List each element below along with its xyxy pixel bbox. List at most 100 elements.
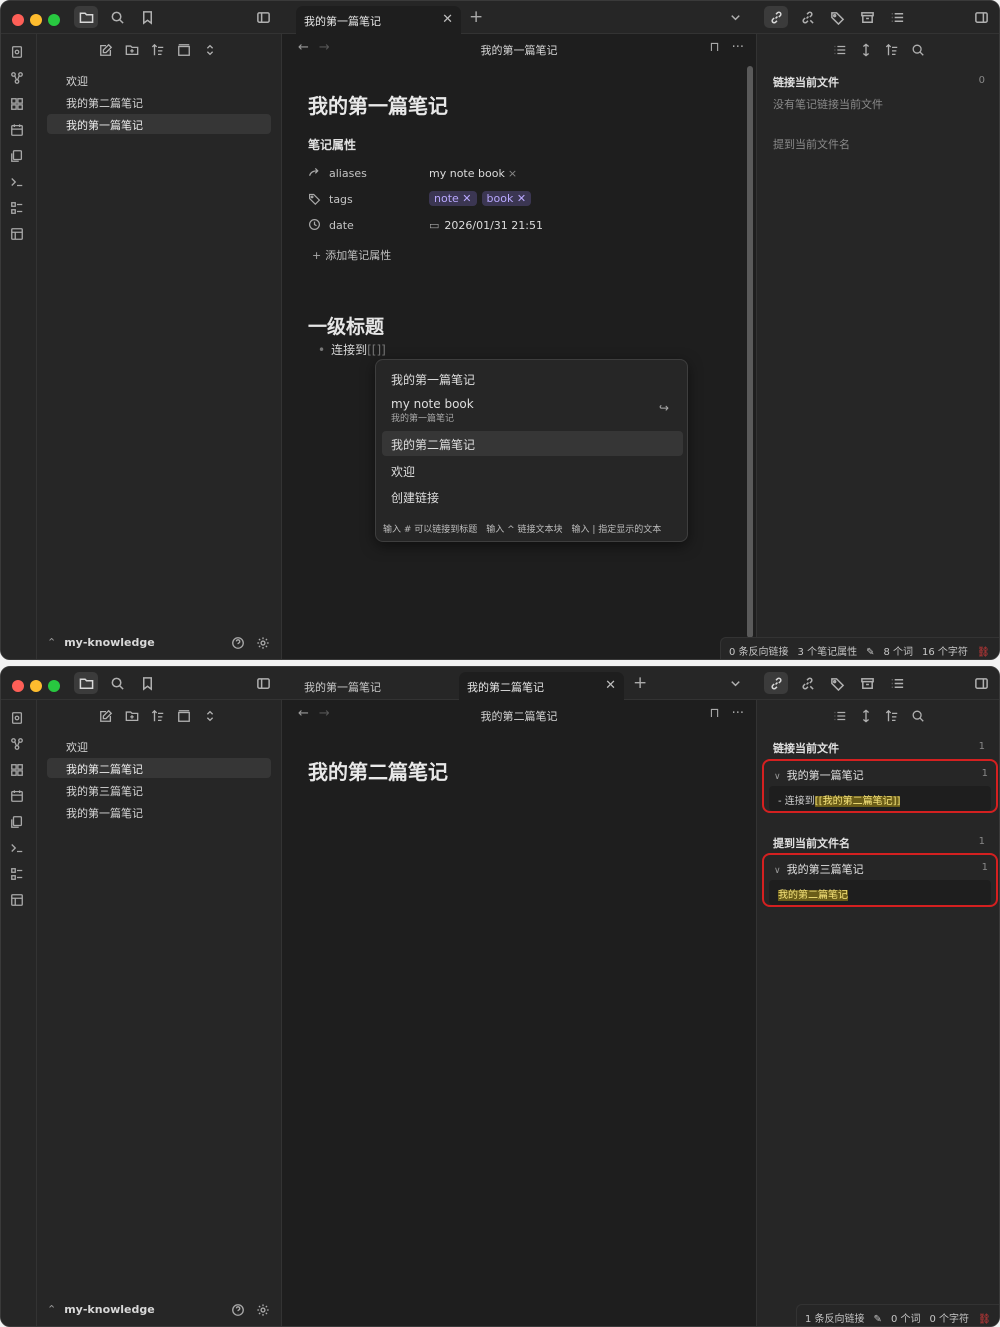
help-icon[interactable] [231, 635, 247, 651]
templates-icon[interactable] [10, 814, 26, 830]
tab-second-note[interactable]: 我的第二篇笔记 ✕ [459, 672, 624, 700]
editor-scrollbar[interactable] [747, 66, 753, 638]
collapse-results-icon[interactable] [833, 708, 849, 724]
templates-icon[interactable] [10, 148, 26, 164]
reading-view-icon[interactable]: ⊓ [709, 40, 719, 55]
new-note-icon[interactable] [99, 708, 115, 724]
new-folder-icon[interactable] [125, 42, 141, 58]
help-icon[interactable] [231, 1302, 247, 1318]
remove-tag-icon[interactable]: ✕ [517, 192, 526, 205]
terminal-icon[interactable] [10, 840, 26, 856]
show-more-context-icon[interactable] [859, 42, 875, 58]
unlinked-mention-snippet[interactable]: 我的第二篇笔记 [769, 880, 991, 905]
settings-gear-icon[interactable] [256, 1302, 272, 1318]
collapse-results-icon[interactable] [833, 42, 849, 58]
search-icon[interactable] [105, 6, 129, 28]
reading-view-icon[interactable]: ⊓ [709, 706, 719, 721]
backlinks-icon[interactable] [764, 672, 788, 694]
list-view-icon[interactable] [10, 200, 26, 216]
outgoing-links-icon[interactable] [795, 6, 819, 28]
backlinks-icon[interactable] [764, 6, 788, 28]
file-item[interactable]: 我的第二篇笔记 [47, 92, 271, 112]
remove-tag-icon[interactable]: ✕ [462, 192, 471, 205]
expand-collapse-icon[interactable] [203, 42, 219, 58]
toggle-left-sidebar-icon[interactable] [251, 6, 275, 28]
file-item[interactable]: 欢迎 [47, 70, 271, 90]
file-item-selected[interactable]: 我的第二篇笔记 [47, 758, 271, 778]
add-property-button[interactable]: + 添加笔记属性 [312, 247, 391, 263]
vault-switcher[interactable]: ⌃ my-knowledge [47, 636, 155, 649]
remove-alias-icon[interactable]: × [508, 167, 517, 180]
bullet-line[interactable]: • 连接到[[]] [318, 341, 386, 358]
toggle-left-sidebar-icon[interactable] [251, 672, 275, 694]
auto-reveal-icon[interactable] [177, 708, 193, 724]
sync-off-icon[interactable]: ⛓ [978, 1314, 991, 1325]
file-item[interactable]: 我的第一篇笔记 [47, 802, 271, 822]
settings-gear-icon[interactable] [256, 635, 272, 651]
property-value[interactable]: note ✕ book ✕ [429, 191, 536, 206]
more-options-icon[interactable]: ··· [732, 706, 744, 721]
edit-mode-icon[interactable]: ✎ [866, 647, 874, 658]
search-icon[interactable] [911, 42, 927, 58]
property-row-tags[interactable]: tags note ✕ book ✕ [308, 190, 748, 210]
zoom-window-button[interactable] [48, 14, 60, 26]
minimize-window-button[interactable] [30, 680, 42, 692]
view-header-title[interactable]: 我的第一篇笔记 [282, 42, 756, 58]
auto-reveal-icon[interactable] [177, 42, 193, 58]
sync-off-icon[interactable]: ⛓ [977, 647, 990, 658]
linked-mention-file[interactable]: ∨ 我的第一篇笔记 [774, 767, 864, 783]
linked-mentions-heading[interactable]: 链接当前文件 [773, 740, 839, 756]
close-window-button[interactable] [12, 680, 24, 692]
file-item[interactable]: 我的第三篇笔记 [47, 780, 271, 800]
bookmark-icon[interactable] [135, 672, 159, 694]
sort-icon[interactable] [151, 42, 167, 58]
canvas-icon[interactable] [10, 762, 26, 778]
file-item-selected[interactable]: 我的第一篇笔记 [47, 114, 271, 134]
toggle-right-sidebar-icon[interactable] [969, 6, 993, 28]
tag-pill[interactable]: note ✕ [429, 191, 477, 206]
new-tab-icon[interactable]: + [469, 7, 483, 27]
suggestion-item-selected[interactable]: 我的第二篇笔记 [382, 431, 683, 456]
sort-icon[interactable] [885, 42, 901, 58]
list-view-icon[interactable] [10, 866, 26, 882]
more-options-icon[interactable]: ··· [732, 40, 744, 55]
unlinked-mentions-heading[interactable]: 提到当前文件名 [773, 136, 850, 152]
close-window-button[interactable] [12, 14, 24, 26]
tab-list-chevron-down-icon[interactable] [723, 6, 747, 28]
property-value[interactable]: ▭ 2026/01/31 21:51 [429, 219, 543, 232]
tag-pill[interactable]: book ✕ [481, 191, 532, 206]
unlinked-mention-file[interactable]: ∨ 我的第三篇笔记 [774, 861, 864, 877]
tab-first-note[interactable]: 我的第一篇笔记 [296, 672, 456, 700]
outline-icon[interactable] [885, 672, 909, 694]
tags-icon[interactable] [825, 6, 849, 28]
suggestion-item[interactable]: 我的第一篇笔记 [382, 368, 683, 390]
linked-mention-snippet[interactable]: - 连接到[[我的第二篇笔记]] [769, 786, 991, 811]
suggestion-item-alias[interactable]: my note book 我的第一篇笔记 ↪ [382, 395, 683, 429]
sort-icon[interactable] [885, 708, 901, 724]
graph-view-icon[interactable] [10, 70, 26, 86]
archive-icon[interactable] [855, 6, 879, 28]
archive-icon[interactable] [855, 672, 879, 694]
zoom-window-button[interactable] [48, 680, 60, 692]
note-title[interactable]: 我的第二篇笔记 [308, 756, 448, 785]
layout-icon[interactable] [10, 892, 26, 908]
unlinked-mentions-heading[interactable]: 提到当前文件名 [773, 835, 850, 851]
tab-list-chevron-down-icon[interactable] [723, 672, 747, 694]
note-title[interactable]: 我的第一篇笔记 [308, 90, 448, 119]
calendar-icon[interactable] [10, 788, 26, 804]
suggestion-item-create-link[interactable]: 创建链接 [382, 486, 683, 508]
quick-switch-icon[interactable] [10, 44, 26, 60]
terminal-icon[interactable] [10, 174, 26, 190]
folder-icon[interactable] [74, 6, 98, 28]
tab-first-note[interactable]: 我的第一篇笔记 ✕ [296, 6, 461, 34]
linked-mentions-heading[interactable]: 链接当前文件 [773, 74, 839, 90]
suggestion-item[interactable]: 欢迎 [382, 460, 683, 482]
new-folder-icon[interactable] [125, 708, 141, 724]
tags-icon[interactable] [825, 672, 849, 694]
folder-icon[interactable] [74, 672, 98, 694]
property-value[interactable]: my note book × [429, 167, 517, 180]
edit-mode-icon[interactable]: ✎ [874, 1314, 882, 1325]
backlink-count[interactable]: 0 条反向链接 [729, 647, 789, 658]
vault-switcher[interactable]: ⌃ my-knowledge [47, 1303, 155, 1316]
property-row-aliases[interactable]: aliases my note book × [308, 164, 748, 184]
